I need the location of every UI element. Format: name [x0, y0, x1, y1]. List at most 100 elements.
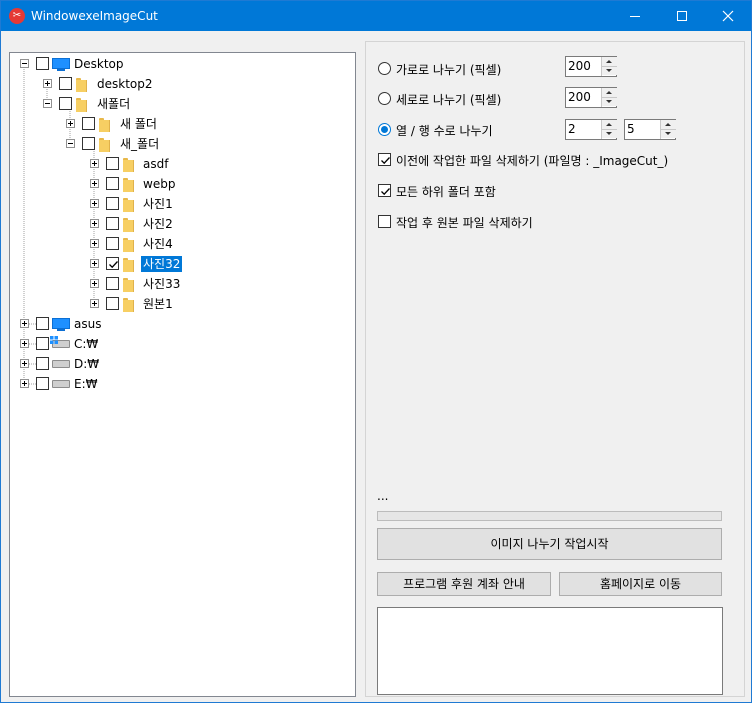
delete-previous-checkbox[interactable] [378, 153, 391, 166]
tree-node-label[interactable]: 새폴더 [95, 96, 132, 112]
include-subfolders-checkbox[interactable] [378, 184, 391, 197]
tree-node-label[interactable]: D:₩ [72, 356, 101, 372]
grid-split-label[interactable]: 열 / 행 수로 나누기 [396, 122, 493, 139]
tree-checkbox[interactable] [36, 337, 49, 350]
tree-node-label[interactable]: asdf [141, 156, 170, 172]
collapse-icon[interactable] [43, 99, 52, 108]
expand-icon[interactable] [20, 339, 29, 348]
close-button[interactable] [705, 1, 751, 31]
tree-node-label[interactable]: C:₩ [72, 336, 100, 352]
tree-node-new-folder-underscore[interactable]: 새_폴더 [10, 134, 355, 154]
tree-node-asus[interactable]: asus [10, 314, 355, 334]
stepper-down-icon[interactable] [602, 129, 617, 138]
tree-node-label[interactable]: 원본1 [141, 296, 175, 312]
tree-node-webp[interactable]: webp [10, 174, 355, 194]
horizontal-pixels-value[interactable]: 200 [568, 59, 591, 73]
expand-icon[interactable] [90, 159, 99, 168]
tree-checkbox[interactable] [82, 117, 95, 130]
stepper-up-icon[interactable] [602, 57, 617, 66]
expand-icon[interactable] [90, 239, 99, 248]
tree-checkbox[interactable] [59, 77, 72, 90]
tree-node-label[interactable]: E:₩ [72, 376, 100, 392]
title-bar[interactable]: ✂ WindowexeImageCut [1, 1, 751, 31]
tree-node-photo32[interactable]: 사진32 [10, 254, 355, 274]
tree-node-label[interactable]: 사진4 [141, 236, 175, 252]
expand-icon[interactable] [90, 299, 99, 308]
tree-checkbox[interactable] [106, 177, 119, 190]
tree-node-asdf[interactable]: asdf [10, 154, 355, 174]
stepper-down-icon[interactable] [661, 129, 676, 138]
donation-info-button[interactable]: 프로그램 후원 계좌 안내 [377, 572, 551, 596]
stepper-down-icon[interactable] [602, 66, 617, 75]
expand-icon[interactable] [20, 319, 29, 328]
tree-checkbox[interactable] [106, 297, 119, 310]
stepper-up-icon[interactable] [602, 88, 617, 97]
radio-grid-split[interactable] [378, 123, 391, 136]
expand-icon[interactable] [90, 179, 99, 188]
expand-icon[interactable] [20, 379, 29, 388]
tree-checkbox[interactable] [106, 237, 119, 250]
tree-checkbox[interactable] [106, 157, 119, 170]
horizontal-split-label[interactable]: 가로로 나누기 (픽셀) [396, 61, 501, 78]
tree-checkbox[interactable] [106, 217, 119, 230]
stepper-up-icon[interactable] [661, 120, 676, 129]
tree-node-label[interactable]: Desktop [72, 56, 126, 72]
radio-vertical-split[interactable] [378, 92, 391, 105]
homepage-button[interactable]: 홈페이지로 이동 [559, 572, 722, 596]
tree-node-label[interactable]: 새 폴더 [118, 116, 159, 132]
tree-checkbox[interactable] [36, 317, 49, 330]
vertical-split-label[interactable]: 세로로 나누기 (픽셀) [396, 91, 501, 108]
expand-icon[interactable] [43, 79, 52, 88]
tree-checkbox-checked[interactable] [106, 257, 119, 270]
expand-icon[interactable] [90, 279, 99, 288]
rows-value[interactable]: 5 [627, 122, 635, 136]
tree-checkbox[interactable] [59, 97, 72, 110]
vertical-pixels-value[interactable]: 200 [568, 90, 591, 104]
tree-node-photo33[interactable]: 사진33 [10, 274, 355, 294]
rows-stepper[interactable]: 5 [624, 119, 676, 140]
tree-node-label[interactable]: 새_폴더 [118, 136, 161, 152]
tree-node-drive-e[interactable]: E:₩ [10, 374, 355, 394]
start-split-button[interactable]: 이미지 나누기 작업시작 [377, 528, 722, 560]
tree-node-label[interactable]: desktop2 [95, 76, 155, 92]
tree-checkbox[interactable] [82, 137, 95, 150]
delete-original-checkbox[interactable] [378, 215, 391, 228]
tree-node-desktop[interactable]: Desktop [10, 54, 355, 74]
delete-previous-label[interactable]: 이전에 작업한 파일 삭제하기 (파일명 : _ImageCut_) [396, 152, 668, 169]
log-textbox[interactable] [377, 607, 723, 695]
expand-icon[interactable] [90, 259, 99, 268]
expand-icon[interactable] [66, 119, 75, 128]
tree-checkbox[interactable] [106, 197, 119, 210]
tree-node-label[interactable]: 사진2 [141, 216, 175, 232]
stepper-down-icon[interactable] [602, 97, 617, 106]
tree-node-drive-d[interactable]: D:₩ [10, 354, 355, 374]
tree-checkbox[interactable] [36, 57, 49, 70]
tree-node-new-folder[interactable]: 새폴더 [10, 94, 355, 114]
tree-node-label[interactable]: 사진1 [141, 196, 175, 212]
horizontal-pixels-stepper[interactable]: 200 [565, 56, 617, 77]
tree-node-label[interactable]: asus [72, 316, 103, 332]
tree-node-desktop2[interactable]: desktop2 [10, 74, 355, 94]
expand-icon[interactable] [90, 219, 99, 228]
tree-node-drive-c[interactable]: C:₩ [10, 334, 355, 354]
radio-horizontal-split[interactable] [378, 62, 391, 75]
folder-tree[interactable]: Desktop desktop2 새폴더 새 폴더 새_폴더 asdf webp… [9, 52, 356, 697]
collapse-icon[interactable] [66, 139, 75, 148]
tree-node-photo2[interactable]: 사진2 [10, 214, 355, 234]
maximize-button[interactable] [659, 1, 705, 31]
columns-value[interactable]: 2 [568, 122, 576, 136]
stepper-up-icon[interactable] [602, 120, 617, 129]
expand-icon[interactable] [20, 359, 29, 368]
expand-icon[interactable] [90, 199, 99, 208]
include-subfolders-label[interactable]: 모든 하위 폴더 포함 [396, 183, 496, 200]
tree-node-photo1[interactable]: 사진1 [10, 194, 355, 214]
minimize-button[interactable] [612, 1, 658, 31]
columns-stepper[interactable]: 2 [565, 119, 617, 140]
tree-node-label[interactable]: webp [141, 176, 177, 192]
tree-node-photo4[interactable]: 사진4 [10, 234, 355, 254]
tree-node-original1[interactable]: 원본1 [10, 294, 355, 314]
tree-checkbox[interactable] [106, 277, 119, 290]
tree-node-label[interactable]: 사진33 [141, 276, 182, 292]
tree-node-new-folder-space[interactable]: 새 폴더 [10, 114, 355, 134]
tree-checkbox[interactable] [36, 377, 49, 390]
